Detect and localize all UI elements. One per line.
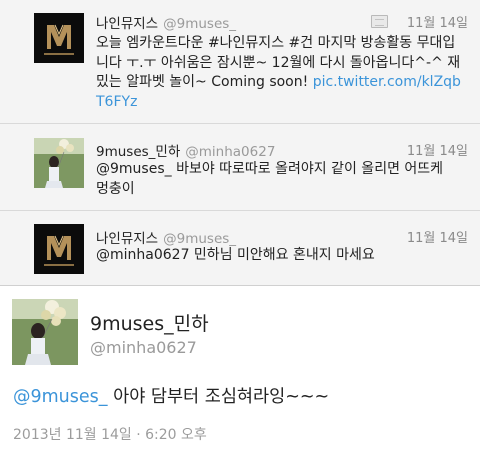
detail-timestamp: 2013년 11월 14일 · 6:20 오후 xyxy=(13,427,207,443)
mention-link[interactable]: @9muses_ xyxy=(13,387,108,407)
tweet-timestamp: 11월 14일 xyxy=(406,231,468,246)
nine-muses-logo-icon[interactable] xyxy=(34,13,84,63)
profile-photo-icon[interactable] xyxy=(12,299,78,365)
tweet-detail: 9muses_민하 @minha0627 @9muses_ 아야 담부터 조심혀… xyxy=(0,285,480,459)
nine-muses-logo-icon[interactable] xyxy=(34,224,84,274)
tweet-author-name[interactable]: 나인뮤지스 xyxy=(96,231,158,247)
tweet-item[interactable]: 나인뮤지스 @9muses_ 11월 14일 오늘 엠카운트다운 #나인뮤지스 #… xyxy=(0,0,480,124)
tweet-timestamp: 11월 14일 xyxy=(406,16,468,31)
tweet-text: @9muses_ 바보야 따로따로 올려야지 같이 올리면 어뜨케 멍충이 xyxy=(96,161,444,197)
detail-text-body: 아야 담부터 조심혀라잉~~~ xyxy=(107,387,330,407)
tweet-item[interactable]: 나인뮤지스 @9muses_ 11월 14일 @minha0627 민하님 미안해… xyxy=(0,211,480,285)
tweet-author-handle[interactable]: @9muses_ xyxy=(163,231,236,247)
tweet-timestamp: 11월 14일 xyxy=(406,144,468,159)
tweet-author-handle[interactable]: @minha0627 xyxy=(185,144,275,160)
tweet-author-name[interactable]: 9muses_민하 xyxy=(96,144,180,160)
detail-tweet-text: @9muses_ 아야 담부터 조심혀라잉~~~ xyxy=(13,383,329,408)
tweet-text: @minha0627 민하님 미안해요 혼내지 마세요 xyxy=(96,247,375,263)
media-icon xyxy=(371,15,388,28)
profile-photo-icon[interactable] xyxy=(34,138,84,188)
tweet-author-name[interactable]: 나인뮤지스 xyxy=(96,16,158,32)
tweet-text: 오늘 엠카운트다운 #나인뮤지스 #건 마지막 방송활동 무대입니다 ㅜ.ㅜ 아… xyxy=(96,34,466,112)
detail-author-name[interactable]: 9muses_민하 xyxy=(90,309,209,336)
detail-author-handle[interactable]: @minha0627 xyxy=(90,338,197,357)
tweet-item[interactable]: 9muses_민하 @minha0627 11월 14일 @9muses_ 바보야… xyxy=(0,124,480,211)
tweet-author-handle[interactable]: @9muses_ xyxy=(163,16,236,32)
